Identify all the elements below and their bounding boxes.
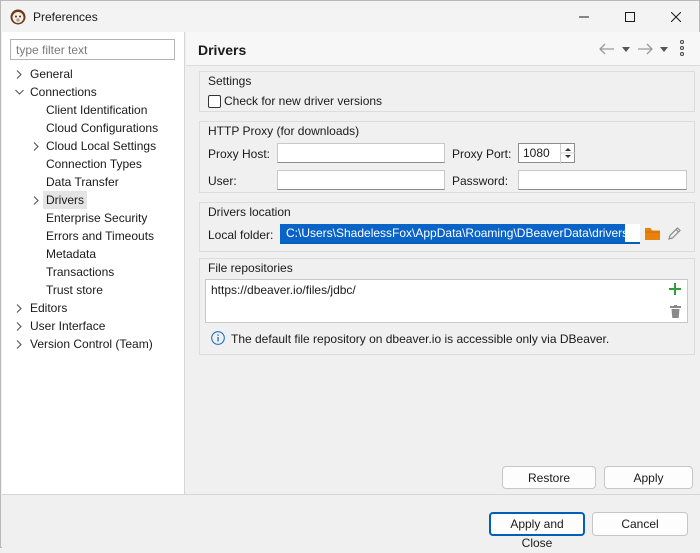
user-label: User: xyxy=(208,174,237,188)
info-icon xyxy=(211,331,225,348)
repository-list[interactable]: https://dbeaver.io/files/jdbc/ xyxy=(205,279,688,323)
filter-input[interactable] xyxy=(10,39,175,60)
back-arrow-icon[interactable] xyxy=(599,42,615,56)
tree-item-label: Connections xyxy=(30,85,97,99)
minimize-button[interactable] xyxy=(561,1,607,32)
apply-and-close-button[interactable]: Apply and Close xyxy=(489,512,585,550)
tree-item-label: Version Control (Team) xyxy=(30,337,153,351)
restore-defaults-button[interactable]: Restore Defaults xyxy=(502,466,596,506)
add-repository-icon[interactable] xyxy=(669,283,681,298)
tree-item-enterprise-security[interactable]: Enterprise Security xyxy=(2,209,150,227)
http-proxy-group-title: HTTP Proxy (for downloads) xyxy=(208,124,360,138)
chevron-right-icon[interactable] xyxy=(14,299,24,317)
page-title: Drivers xyxy=(198,42,247,58)
file-repositories-group: File repositories https://dbeaver.io/fil… xyxy=(199,258,695,355)
repository-list-item[interactable]: https://dbeaver.io/files/jdbc/ xyxy=(211,283,682,297)
tree-item-trust-store[interactable]: Trust store xyxy=(2,281,106,299)
edit-path-icon[interactable] xyxy=(667,226,682,244)
tree-item-label: Client Identification xyxy=(46,103,148,117)
forward-menu-chevron-icon[interactable] xyxy=(660,42,668,56)
settings-group: Settings Check for new driver versions xyxy=(199,71,695,112)
spin-arrows-icon xyxy=(561,148,575,158)
tree-item-errors-and-timeouts[interactable]: Errors and Timeouts xyxy=(2,227,157,245)
chevron-right-icon[interactable] xyxy=(14,65,24,83)
tree-item-metadata[interactable]: Metadata xyxy=(2,245,99,263)
proxy-port-value: 1080 xyxy=(523,146,550,160)
tree-item-label: Data Transfer xyxy=(46,175,119,189)
password-label: Password: xyxy=(452,174,509,188)
chevron-right-icon[interactable] xyxy=(31,137,41,155)
cancel-button[interactable]: Cancel xyxy=(592,512,688,536)
tree-item-transactions[interactable]: Transactions xyxy=(2,263,117,281)
maximize-button[interactable] xyxy=(607,1,653,32)
tree-item-label: Cloud Local Settings xyxy=(46,139,157,153)
http-proxy-group: HTTP Proxy (for downloads) Proxy Host: P… xyxy=(199,121,695,193)
browse-folder-icon[interactable] xyxy=(645,227,661,243)
proxy-user-input[interactable] xyxy=(277,170,445,190)
settings-group-title: Settings xyxy=(208,74,252,88)
tree-item-label: Editors xyxy=(30,301,68,315)
close-button[interactable] xyxy=(653,1,699,32)
proxy-host-input[interactable] xyxy=(277,143,445,163)
chevron-right-icon[interactable] xyxy=(14,335,24,353)
drivers-location-group-title: Drivers location xyxy=(208,205,291,219)
proxy-password-input[interactable] xyxy=(518,170,687,190)
tree-item-drivers[interactable]: Drivers xyxy=(2,191,87,209)
tree-item-label: Drivers xyxy=(43,191,87,209)
tree-item-cloud-local-settings[interactable]: Cloud Local Settings xyxy=(2,137,159,155)
proxy-port-label: Proxy Port: xyxy=(452,147,512,161)
local-folder-label: Local folder: xyxy=(208,228,274,242)
tree-item-label: Trust store xyxy=(46,283,103,297)
file-repositories-group-title: File repositories xyxy=(208,261,293,275)
tree-item-label: Enterprise Security xyxy=(46,211,148,225)
delete-repository-icon[interactable] xyxy=(670,305,681,321)
chevron-right-icon[interactable] xyxy=(14,317,24,335)
local-folder-input[interactable]: C:\Users\ShadelessFox\AppData\Roaming\DB… xyxy=(280,224,640,244)
preferences-tree-panel: General Connections Client Identificatio… xyxy=(2,32,185,494)
tree-item-label: Transactions xyxy=(46,265,115,279)
port-spin-buttons[interactable] xyxy=(560,144,575,164)
chevron-right-icon[interactable] xyxy=(31,191,41,209)
drivers-location-group: Drivers location Local folder: C:\Users\… xyxy=(199,202,695,252)
tree-item-label: User Interface xyxy=(30,319,106,333)
tree-item-label: General xyxy=(30,67,73,81)
title-bar: Preferences xyxy=(1,1,699,32)
tree-item-connection-types[interactable]: Connection Types xyxy=(2,155,145,173)
tree-item-connections[interactable]: Connections xyxy=(2,83,100,101)
tree-item-data-transfer[interactable]: Data Transfer xyxy=(2,173,122,191)
proxy-host-label: Proxy Host: xyxy=(208,147,271,161)
chevron-down-icon[interactable] xyxy=(14,83,24,101)
more-options-icon[interactable] xyxy=(680,40,684,56)
window-title: Preferences xyxy=(33,10,98,24)
tree-item-client-identification[interactable]: Client Identification xyxy=(2,101,150,119)
local-folder-value: C:\Users\ShadelessFox\AppData\Roaming\DB… xyxy=(280,224,625,242)
check-updates-label: Check for new driver versions xyxy=(224,94,383,108)
page-header: Drivers xyxy=(186,32,700,66)
check-updates-checkbox[interactable] xyxy=(208,95,221,108)
minimize-icon xyxy=(579,16,589,17)
tree-item-label: Errors and Timeouts xyxy=(46,229,155,243)
tree-item-version-control[interactable]: Version Control (Team) xyxy=(2,335,156,353)
tree-item-user-interface[interactable]: User Interface xyxy=(2,317,108,335)
repository-info-text: The default file repository on dbeaver.i… xyxy=(231,332,610,346)
preferences-window: Preferences General Connections Client I… xyxy=(0,0,700,550)
drivers-page: Drivers Settings Check for new driver ve… xyxy=(186,32,700,506)
tree-item-label: Cloud Configurations xyxy=(46,121,159,135)
tree-item-cloud-configurations[interactable]: Cloud Configurations xyxy=(2,119,161,137)
tree-item-label: Metadata xyxy=(46,247,97,261)
apply-button[interactable]: Apply xyxy=(604,466,693,489)
forward-arrow-icon[interactable] xyxy=(637,42,653,56)
tree-item-general[interactable]: General xyxy=(2,65,76,83)
back-menu-chevron-icon[interactable] xyxy=(622,42,630,56)
tree-item-label: Connection Types xyxy=(46,157,142,171)
tree-item-editors[interactable]: Editors xyxy=(2,299,70,317)
maximize-icon xyxy=(625,11,635,22)
proxy-port-spinner[interactable]: 1080 xyxy=(518,143,575,164)
dialog-button-bar: Apply and Close Cancel xyxy=(2,494,700,550)
dbeaver-logo-icon xyxy=(10,9,26,25)
close-icon xyxy=(671,11,681,22)
